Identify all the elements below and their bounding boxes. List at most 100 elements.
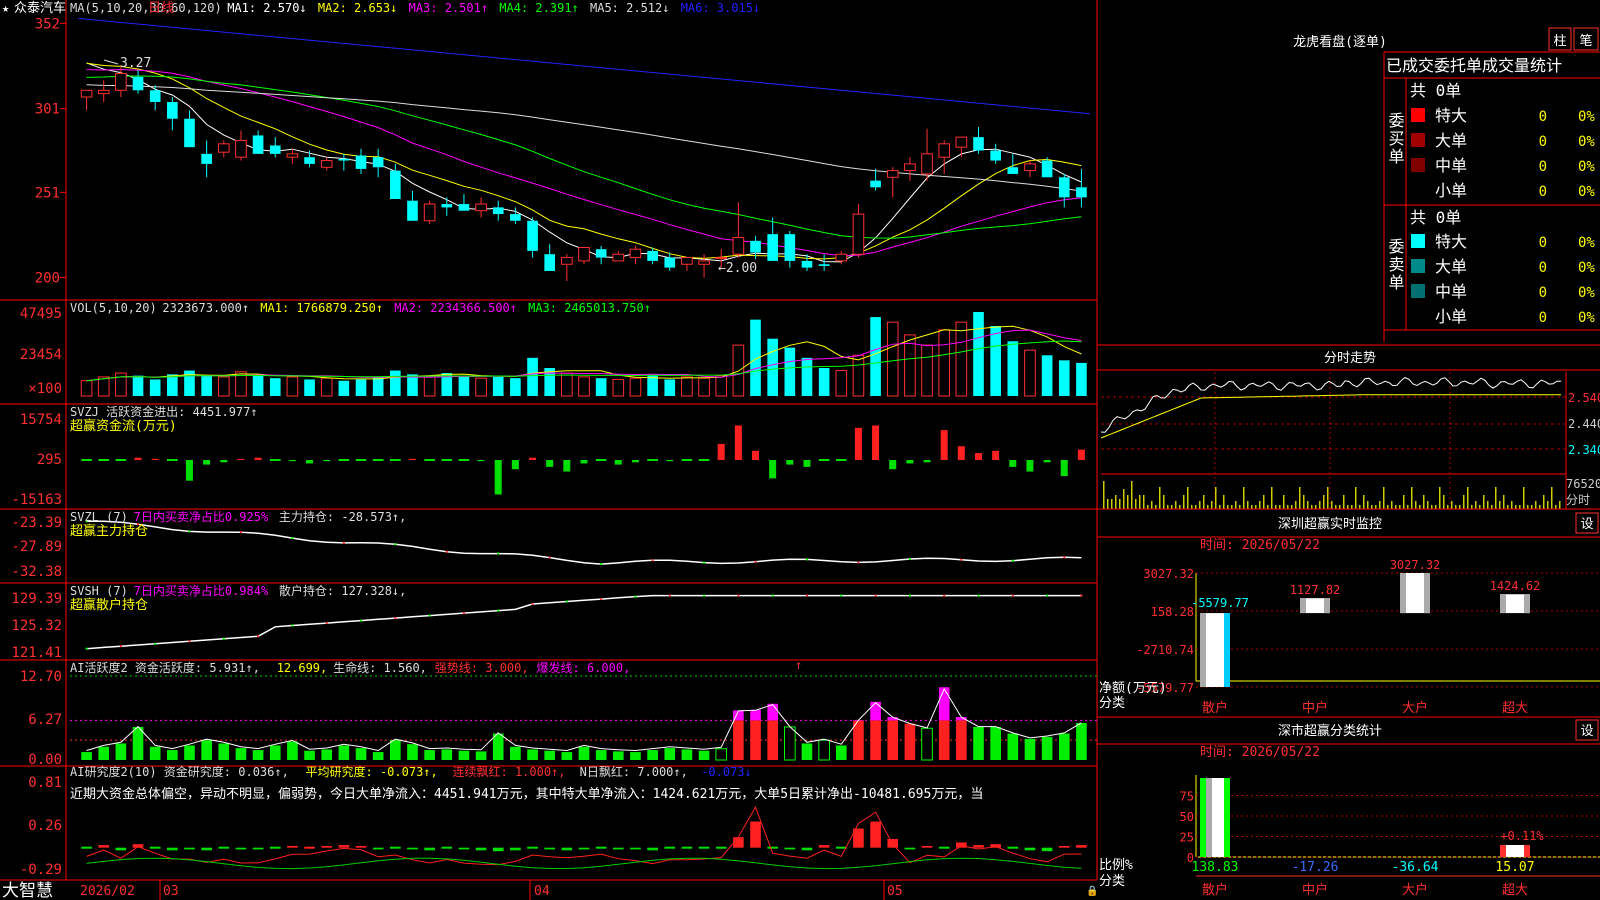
intraday-volume (1263, 495, 1265, 509)
retail-ratio-shade (1206, 778, 1212, 857)
res-bar-pos (355, 845, 367, 848)
svzl-subtitle: 超赢主力持仓 (70, 523, 148, 539)
volume-bar-down (510, 378, 521, 396)
order-swatch (1411, 259, 1425, 273)
intraday-axis-label: 76520 (1566, 477, 1600, 491)
svsh-dot (874, 594, 877, 597)
intraday-volume (1455, 505, 1457, 509)
ma-header: MA(5,10,20,30,60,120) (70, 1, 222, 15)
volume-bar-up (80, 380, 93, 397)
intraday-volume (1219, 505, 1221, 509)
flow-bar-pos (528, 457, 537, 460)
svsh-dot (805, 594, 808, 597)
intraday-axis-label: 2.540 (1568, 391, 1600, 405)
ai-bar-hot (750, 709, 761, 721)
svzl-header: SVZL (7) (70, 510, 128, 524)
intraday-volume (1167, 505, 1169, 509)
flow-bar-pos (734, 425, 742, 460)
volume-bar-down (201, 375, 212, 396)
ai-header: 12.699, (277, 661, 328, 675)
monitor-bar-shade (1524, 594, 1530, 614)
intraday-volume (1535, 501, 1537, 509)
flow-bar (98, 459, 110, 461)
intraday-volume (1151, 501, 1153, 509)
volume-bar-up (835, 370, 848, 397)
svsh-dot (154, 642, 157, 645)
svsh-axis-label: 125.32 (11, 618, 62, 634)
order-count: 0 (1539, 109, 1547, 125)
volume-bar-up (320, 377, 333, 397)
flow-bar (167, 459, 178, 461)
intraday-volume (1503, 495, 1505, 509)
intraday-volume (1339, 505, 1341, 509)
flow-bar (338, 459, 350, 461)
candle-down (544, 254, 556, 271)
res-bar-neg (1024, 847, 1036, 851)
svzl-dot (651, 559, 654, 562)
svzl-axis-label: -27.89 (11, 539, 62, 555)
svsh-axis-label: 121.41 (11, 645, 62, 661)
candle-up (423, 203, 436, 222)
candle-up (1024, 163, 1036, 172)
volume-bar-down (492, 376, 504, 396)
flow-bar (115, 459, 127, 461)
volume-bar-down (372, 376, 384, 396)
candle-up (938, 143, 951, 158)
order-pct: 0% (1578, 310, 1595, 326)
res-bar-neg (235, 847, 247, 850)
candle-down (407, 200, 418, 221)
candle-down (1076, 187, 1087, 198)
ai-bar-hollow (784, 726, 796, 761)
intraday-volume (1391, 501, 1393, 509)
ai-bar (218, 743, 230, 760)
flow-bar (269, 459, 281, 461)
res-bar-pos (321, 845, 333, 848)
svzl-dot (188, 530, 191, 533)
flow-bar-pos (134, 457, 142, 460)
candle-down (1007, 167, 1019, 174)
intraday-volume (1267, 505, 1269, 509)
ai-bar (407, 744, 418, 760)
ai-bar-hot (938, 687, 950, 721)
intraday-volume (1467, 487, 1469, 509)
flow-bar-pos (992, 450, 1000, 460)
monitor-settings-label: 设 (1580, 517, 1593, 532)
flow-bar-neg (477, 460, 485, 462)
ma-header: MA3: 2.501↑ (409, 1, 488, 15)
res-bar-pos (921, 845, 933, 848)
volume-bar-up (578, 376, 590, 397)
volume-bar-down (990, 326, 1001, 396)
svzj-axis-label: -15163 (11, 492, 62, 508)
intraday-volume (1247, 501, 1249, 509)
flow-bar-neg (1043, 460, 1051, 463)
intraday-volume (1459, 505, 1461, 509)
flow-bar (595, 459, 607, 461)
res-bar (269, 846, 281, 849)
vol-header: VOL(5,10,20) (70, 301, 157, 315)
vol-header: 2323673.000↑ (162, 301, 249, 315)
classification-value: 138.83 (1192, 860, 1239, 875)
volume-bar-down (973, 312, 984, 396)
ai-bar (681, 749, 693, 760)
date-label: 04 (534, 884, 550, 899)
flow-bar-pos (717, 443, 725, 460)
candle-down (338, 158, 350, 161)
res-bar (664, 846, 676, 849)
intraday-volume (1303, 495, 1305, 509)
res-header: 连续飘红: 1.000↑, (453, 764, 566, 779)
intraday-volume (1483, 495, 1485, 509)
classification-category: 大户 (1402, 882, 1428, 898)
up-arrow: ↑ (795, 658, 802, 672)
res-bar-neg (184, 847, 195, 850)
ai-bar (664, 748, 676, 760)
flow-bar-pos (237, 458, 245, 460)
intraday-volume (1271, 487, 1273, 509)
order-count: 0 (1539, 310, 1547, 326)
svsh-header: 散户持仓: 127.328↓, (279, 583, 406, 598)
res-bar-neg (201, 847, 212, 851)
flow-bar-neg (923, 460, 931, 463)
candle-up (561, 257, 573, 265)
res-bar (390, 846, 401, 849)
res-bar (527, 846, 538, 849)
flow-bar (681, 459, 693, 461)
